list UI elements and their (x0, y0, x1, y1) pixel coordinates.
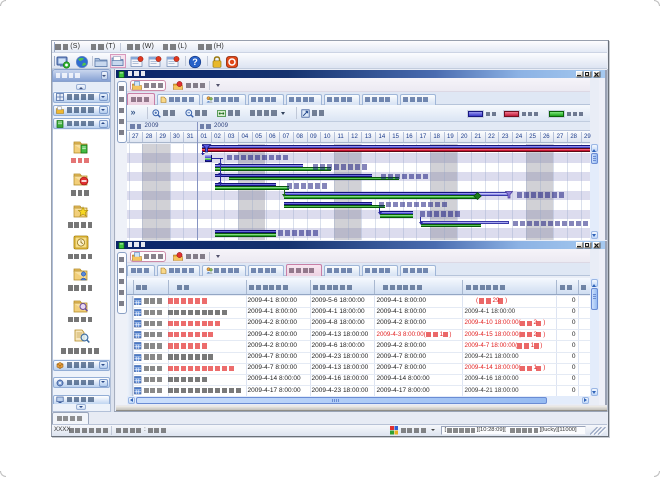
svg-text:?: ? (192, 57, 198, 67)
